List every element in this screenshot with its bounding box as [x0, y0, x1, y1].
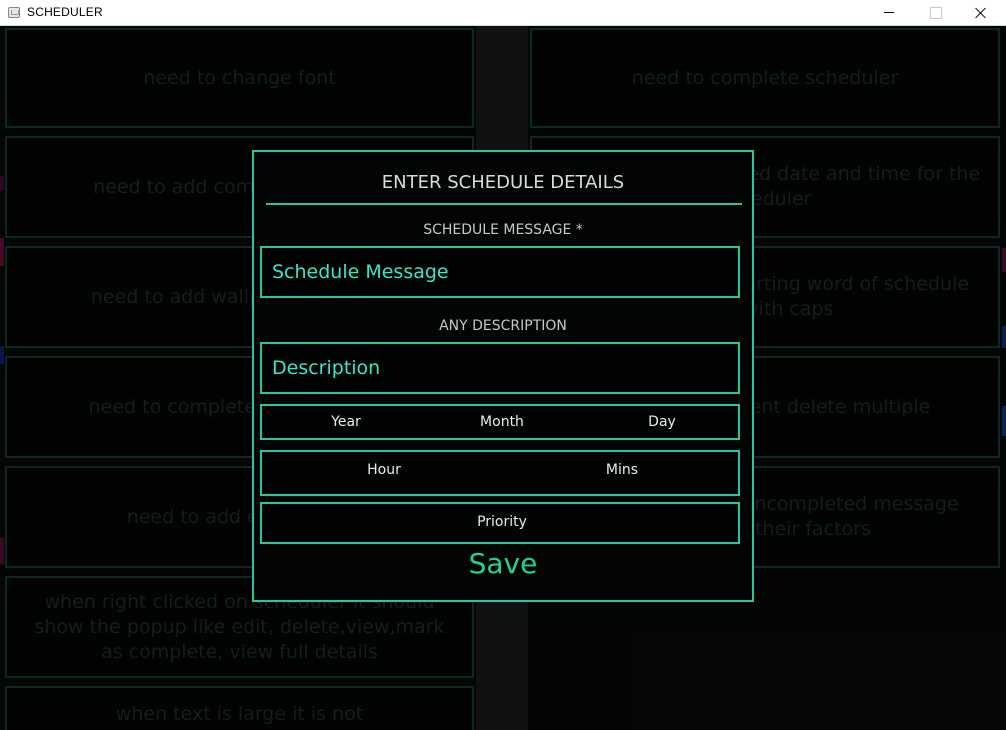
schedule-message-label: SCHEDULE MESSAGE * [423, 222, 583, 238]
day-field[interactable]: Day [602, 414, 722, 430]
description-input[interactable] [260, 342, 740, 394]
close-button[interactable] [958, 0, 1004, 26]
month-field[interactable]: Month [442, 414, 562, 430]
description-label: ANY DESCRIPTION [439, 318, 567, 334]
save-button[interactable]: Save [254, 547, 752, 580]
priority-row: Priority [260, 502, 740, 544]
hour-field[interactable]: Hour [324, 462, 444, 478]
scheduler-board: need to change font need to complete sch… [0, 26, 1006, 730]
dialog-title: ENTER SCHEDULE DETAILS [381, 172, 625, 193]
schedule-message-input[interactable] [260, 246, 740, 298]
year-field[interactable]: Year [286, 414, 406, 430]
schedule-dialog: ENTER SCHEDULE DETAILS SCHEDULE MESSAGE … [252, 150, 754, 602]
time-row: Hour Mins [260, 450, 740, 496]
window-title: SCHEDULER [27, 5, 103, 19]
app-icon [8, 7, 20, 18]
maximize-button[interactable] [912, 0, 958, 26]
priority-field[interactable]: Priority [442, 514, 562, 530]
minimize-button[interactable] [866, 0, 912, 26]
title-divider [266, 203, 742, 205]
title-bar: SCHEDULER [0, 0, 1006, 26]
mins-field[interactable]: Mins [562, 462, 682, 478]
date-row: Year Month Day [260, 404, 740, 440]
